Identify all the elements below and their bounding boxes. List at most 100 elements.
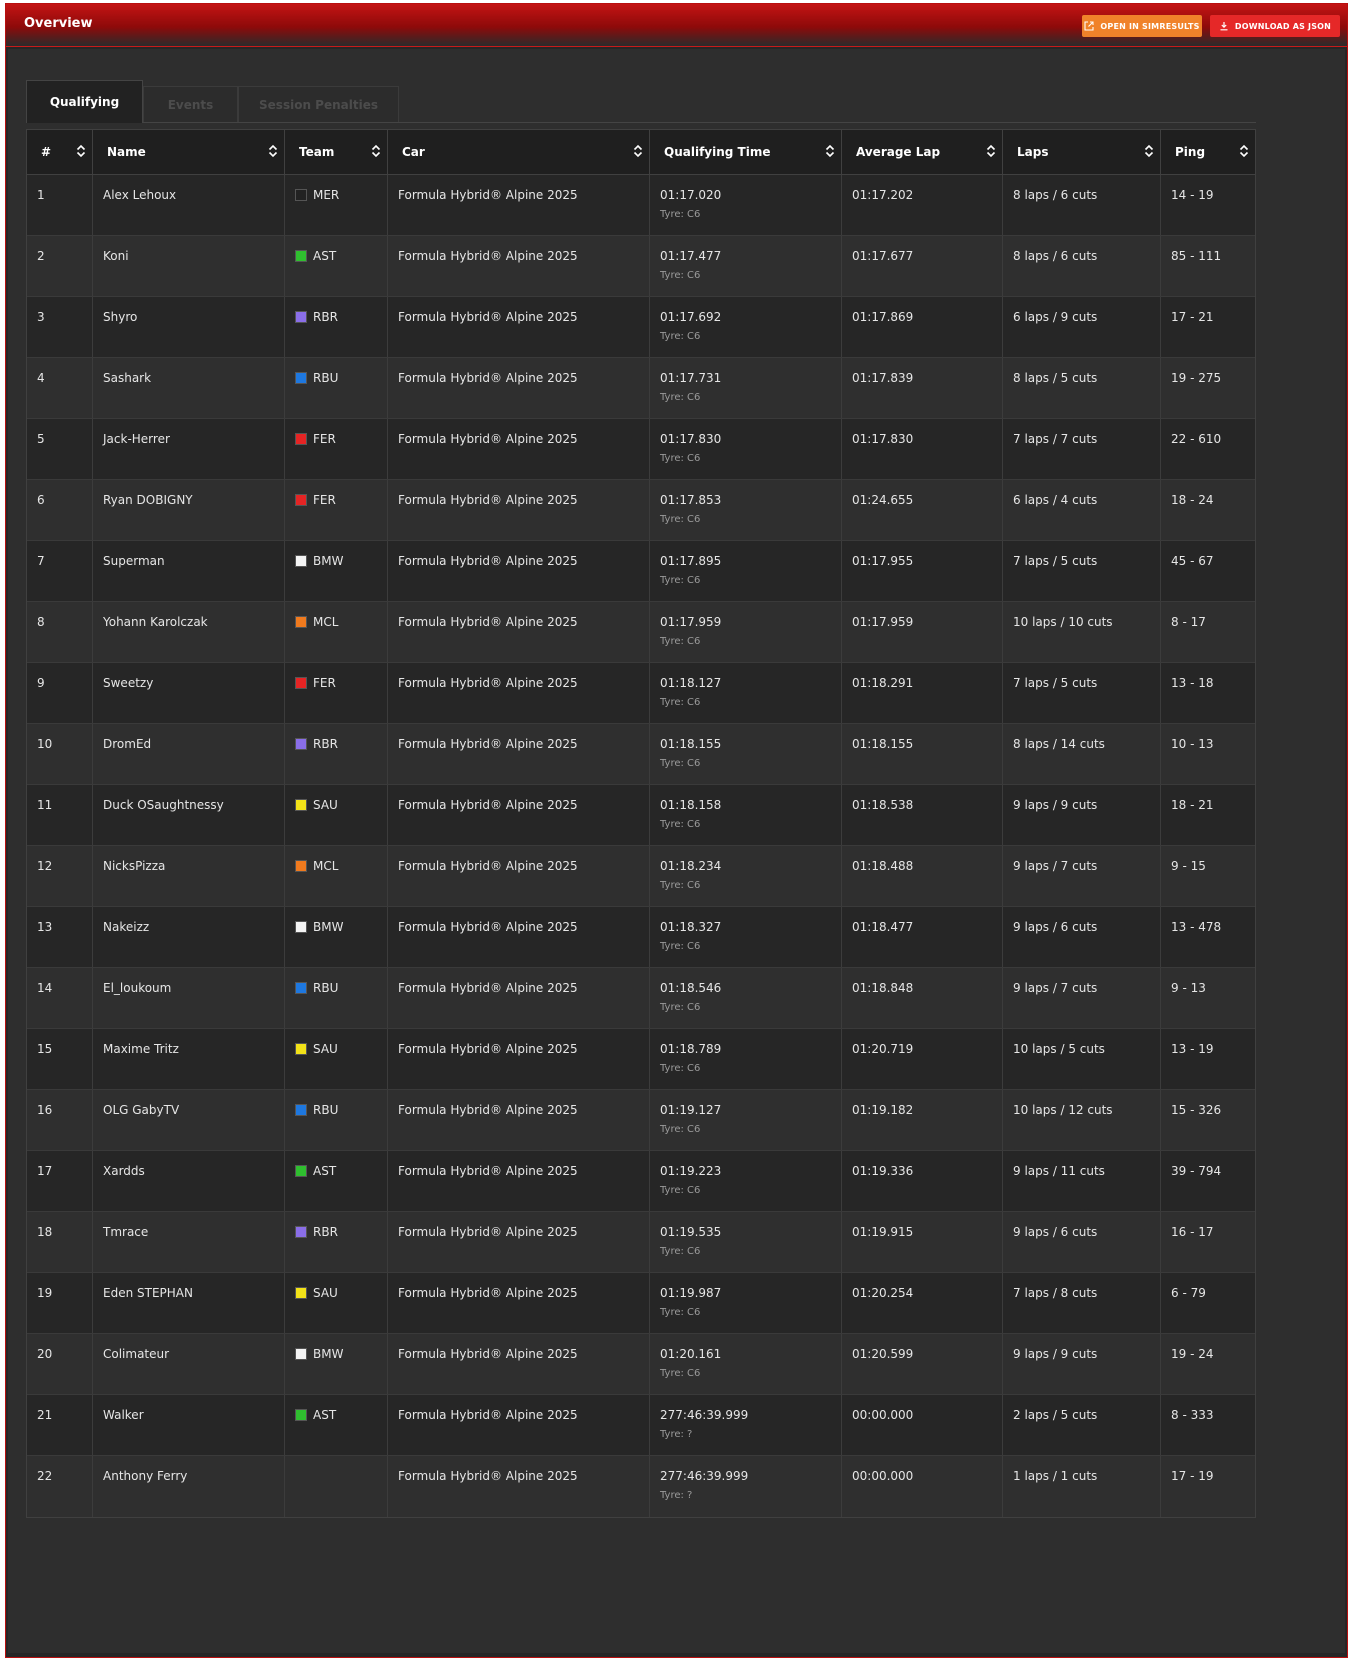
table-row[interactable]: 15 Maxime Tritz SAU Formula Hybrid® Alpi… bbox=[27, 1029, 1255, 1090]
column-header-team[interactable]: Team bbox=[285, 130, 388, 174]
ping-cell: 15 - 326 bbox=[1161, 1090, 1255, 1150]
table-row[interactable]: 9 Sweetzy FER Formula Hybrid® Alpine 202… bbox=[27, 663, 1255, 724]
column-header-laps[interactable]: Laps bbox=[1003, 130, 1161, 174]
average-lap: 01:17.869 bbox=[852, 310, 914, 324]
laps-cuts: 7 laps / 5 cuts bbox=[1013, 676, 1098, 690]
sort-icon bbox=[825, 144, 835, 158]
table-row[interactable]: 5 Jack-Herrer FER Formula Hybrid® Alpine… bbox=[27, 419, 1255, 480]
table-row[interactable]: 14 El_loukoum RBU Formula Hybrid® Alpine… bbox=[27, 968, 1255, 1029]
table-row[interactable]: 4 Sashark RBU Formula Hybrid® Alpine 202… bbox=[27, 358, 1255, 419]
content-panel: Qualifying Events Session Penalties # Na… bbox=[8, 49, 1345, 1653]
table-row[interactable]: 8 Yohann Karolczak MCL Formula Hybrid® A… bbox=[27, 602, 1255, 663]
table-row[interactable]: 7 Superman BMW Formula Hybrid® Alpine 20… bbox=[27, 541, 1255, 602]
column-header-ping[interactable]: Ping bbox=[1161, 130, 1255, 174]
average-lap: 01:17.677 bbox=[852, 249, 914, 263]
table-row[interactable]: 11 Duck OSaughtnessy SAU Formula Hybrid®… bbox=[27, 785, 1255, 846]
team-code: RBR bbox=[313, 1225, 338, 1239]
average-lap-cell: 01:17.839 bbox=[842, 358, 1003, 418]
car-cell: Formula Hybrid® Alpine 2025 bbox=[388, 785, 650, 845]
table-row[interactable]: 13 Nakeizz BMW Formula Hybrid® Alpine 20… bbox=[27, 907, 1255, 968]
tyre-label: Tyre: C6 bbox=[660, 1307, 701, 1318]
team-code: RBU bbox=[313, 1103, 339, 1117]
car-name: Formula Hybrid® Alpine 2025 bbox=[398, 1225, 578, 1239]
column-header-average-lap[interactable]: Average Lap bbox=[842, 130, 1003, 174]
driver-name: El_loukoum bbox=[103, 981, 172, 995]
ping-range: 39 - 794 bbox=[1171, 1164, 1222, 1178]
position-cell: 15 bbox=[27, 1029, 93, 1089]
table-row[interactable]: 16 OLG GabyTV RBU Formula Hybrid® Alpine… bbox=[27, 1090, 1255, 1151]
team-color-swatch bbox=[295, 189, 307, 201]
name-cell: Duck OSaughtnessy bbox=[93, 785, 285, 845]
ping-cell: 10 - 13 bbox=[1161, 724, 1255, 784]
team-cell: RBU bbox=[285, 1090, 388, 1150]
laps-cell: 9 laps / 7 cuts bbox=[1003, 968, 1161, 1028]
column-header-name[interactable]: Name bbox=[93, 130, 285, 174]
position-cell: 11 bbox=[27, 785, 93, 845]
table-row[interactable]: 21 Walker AST Formula Hybrid® Alpine 202… bbox=[27, 1395, 1255, 1456]
table-row[interactable]: 1 Alex Lehoux MER Formula Hybrid® Alpine… bbox=[27, 175, 1255, 236]
name-cell: Jack-Herrer bbox=[93, 419, 285, 479]
team-color-swatch bbox=[295, 250, 307, 262]
position-cell: 18 bbox=[27, 1212, 93, 1272]
table-row[interactable]: 2 Koni AST Formula Hybrid® Alpine 2025 0… bbox=[27, 236, 1255, 297]
average-lap: 01:18.291 bbox=[852, 676, 914, 690]
qualifying-time: 01:20.161 bbox=[660, 1347, 722, 1361]
position: 19 bbox=[37, 1286, 53, 1300]
table-row[interactable]: 22 Anthony Ferry Formula Hybrid® Alpine … bbox=[27, 1456, 1255, 1517]
average-lap-cell: 01:18.477 bbox=[842, 907, 1003, 967]
laps-cuts: 1 laps / 1 cuts bbox=[1013, 1469, 1098, 1483]
team-color-swatch bbox=[295, 1165, 307, 1177]
team-code: FER bbox=[313, 676, 336, 690]
table-row[interactable]: 18 Tmrace RBR Formula Hybrid® Alpine 202… bbox=[27, 1212, 1255, 1273]
column-header-car[interactable]: Car bbox=[388, 130, 650, 174]
team-code: FER bbox=[313, 432, 336, 446]
qualifying-time: 01:19.223 bbox=[660, 1164, 722, 1178]
car-name: Formula Hybrid® Alpine 2025 bbox=[398, 432, 578, 446]
table-row[interactable]: 12 NicksPizza MCL Formula Hybrid® Alpine… bbox=[27, 846, 1255, 907]
tyre-label: Tyre: ? bbox=[660, 1429, 693, 1440]
position: 11 bbox=[37, 798, 53, 812]
tab-qualifying[interactable]: Qualifying bbox=[26, 80, 143, 123]
ping-range: 9 - 13 bbox=[1171, 981, 1206, 995]
average-lap: 01:18.155 bbox=[852, 737, 914, 751]
table-row[interactable]: 20 Colimateur BMW Formula Hybrid® Alpine… bbox=[27, 1334, 1255, 1395]
team-color-swatch bbox=[295, 1104, 307, 1116]
position-cell: 2 bbox=[27, 236, 93, 296]
table-row[interactable]: 6 Ryan DOBIGNY FER Formula Hybrid® Alpin… bbox=[27, 480, 1255, 541]
driver-name: Shyro bbox=[103, 310, 138, 324]
tab-session-penalties[interactable]: Session Penalties bbox=[238, 86, 399, 122]
ping-cell: 14 - 19 bbox=[1161, 175, 1255, 235]
position-cell: 1 bbox=[27, 175, 93, 235]
position: 17 bbox=[37, 1164, 53, 1178]
table-row[interactable]: 10 DromEd RBR Formula Hybrid® Alpine 202… bbox=[27, 724, 1255, 785]
position-cell: 10 bbox=[27, 724, 93, 784]
tyre-label: Tyre: ? bbox=[660, 1490, 693, 1501]
ping-range: 15 - 326 bbox=[1171, 1103, 1222, 1117]
table-row[interactable]: 19 Eden STEPHAN SAU Formula Hybrid® Alpi… bbox=[27, 1273, 1255, 1334]
name-cell: Nakeizz bbox=[93, 907, 285, 967]
ping-cell: 9 - 13 bbox=[1161, 968, 1255, 1028]
tab-bar: Qualifying Events Session Penalties bbox=[26, 80, 1256, 123]
average-lap: 01:20.254 bbox=[852, 1286, 914, 1300]
name-cell: Superman bbox=[93, 541, 285, 601]
table-row[interactable]: 17 Xardds AST Formula Hybrid® Alpine 202… bbox=[27, 1151, 1255, 1212]
column-label: Average Lap bbox=[856, 145, 941, 159]
open-in-simresults-button[interactable]: Open in SimResults bbox=[1082, 15, 1202, 37]
team-color-swatch bbox=[295, 1409, 307, 1421]
table-row[interactable]: 3 Shyro RBR Formula Hybrid® Alpine 2025 … bbox=[27, 297, 1255, 358]
qualifying-time: 01:19.127 bbox=[660, 1103, 722, 1117]
column-header-qualifying-time[interactable]: Qualifying Time bbox=[650, 130, 842, 174]
position-cell: 14 bbox=[27, 968, 93, 1028]
laps-cell: 7 laps / 7 cuts bbox=[1003, 419, 1161, 479]
average-lap-cell: 01:18.155 bbox=[842, 724, 1003, 784]
car-cell: Formula Hybrid® Alpine 2025 bbox=[388, 1395, 650, 1455]
name-cell: El_loukoum bbox=[93, 968, 285, 1028]
team-cell: RBR bbox=[285, 297, 388, 357]
car-cell: Formula Hybrid® Alpine 2025 bbox=[388, 1273, 650, 1333]
download-json-button[interactable]: Download as JSON bbox=[1210, 15, 1340, 37]
car-name: Formula Hybrid® Alpine 2025 bbox=[398, 676, 578, 690]
tab-events[interactable]: Events bbox=[143, 86, 238, 122]
column-header-position[interactable]: # bbox=[27, 130, 93, 174]
ping-range: 16 - 17 bbox=[1171, 1225, 1214, 1239]
column-label: Qualifying Time bbox=[664, 145, 771, 159]
